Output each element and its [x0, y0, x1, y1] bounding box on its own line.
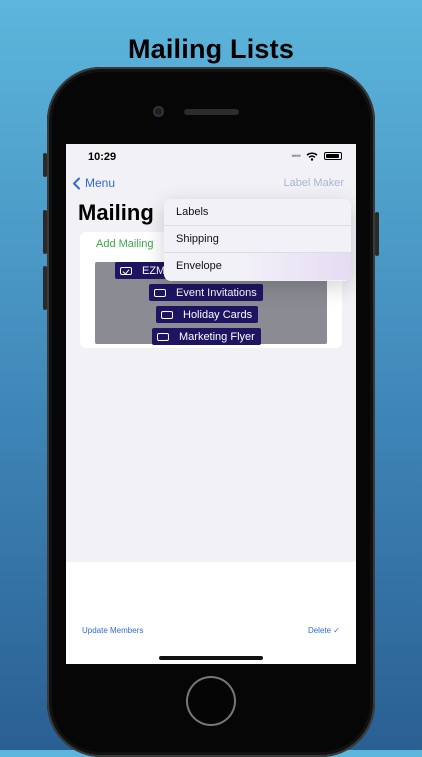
page-title: Mailing — [78, 200, 154, 225]
menu-item-labels[interactable]: Labels — [164, 199, 351, 226]
menu-item-shipping[interactable]: Shipping — [164, 226, 351, 253]
home-button[interactable] — [186, 676, 236, 726]
back-label: Menu — [85, 176, 116, 190]
mute-switch — [43, 153, 47, 177]
home-indicator[interactable] — [159, 656, 263, 660]
power-button — [375, 212, 379, 256]
battery-icon — [324, 152, 342, 160]
volume-down-button — [43, 266, 47, 310]
chevron-left-icon — [73, 177, 80, 189]
promo-title: Mailing Lists — [127, 34, 295, 64]
checkbox-icon — [154, 288, 166, 297]
menu-item-envelope[interactable]: Envelope — [164, 253, 351, 280]
update-members-button[interactable]: Update Members — [82, 626, 143, 635]
status-time: 10:29 — [88, 151, 117, 163]
app-screen: 10:29 •••• Menu Label Maker Mailing Add … — [66, 144, 356, 664]
list-item-event-invitations[interactable]: Event Invitations — [149, 284, 263, 301]
list-item-marketing-flyer[interactable]: Marketing Flyer — [152, 328, 261, 345]
checkbox-checked-icon — [120, 266, 132, 275]
list-item-label: Marketing Flyer — [179, 330, 255, 343]
label-maker-menu: Labels Shipping Envelope — [164, 199, 351, 281]
bottom-toolbar: Update Members Delete ✓ — [66, 562, 356, 664]
list-item-label: EZM — [142, 264, 166, 277]
label-maker-button[interactable]: Label Maker — [283, 177, 344, 189]
checkbox-icon — [161, 310, 173, 319]
add-mailing-button[interactable]: Add Mailing — [96, 238, 153, 250]
checkbox-icon — [157, 332, 169, 341]
earpiece-speaker — [184, 109, 239, 115]
delete-button[interactable]: Delete ✓ — [308, 626, 340, 635]
wifi-icon — [306, 152, 318, 161]
list-item-holiday-cards[interactable]: Holiday Cards — [156, 306, 259, 323]
back-button[interactable]: Menu — [72, 176, 115, 190]
list-item-label: Holiday Cards — [183, 308, 253, 321]
list-item-label: Event Invitations — [176, 286, 257, 299]
signal-dots-icon: •••• — [291, 151, 301, 161]
front-camera — [153, 106, 164, 117]
list-item-ezm[interactable]: EZM — [115, 262, 172, 279]
volume-up-button — [43, 210, 47, 254]
status-icons: •••• — [291, 151, 342, 161]
